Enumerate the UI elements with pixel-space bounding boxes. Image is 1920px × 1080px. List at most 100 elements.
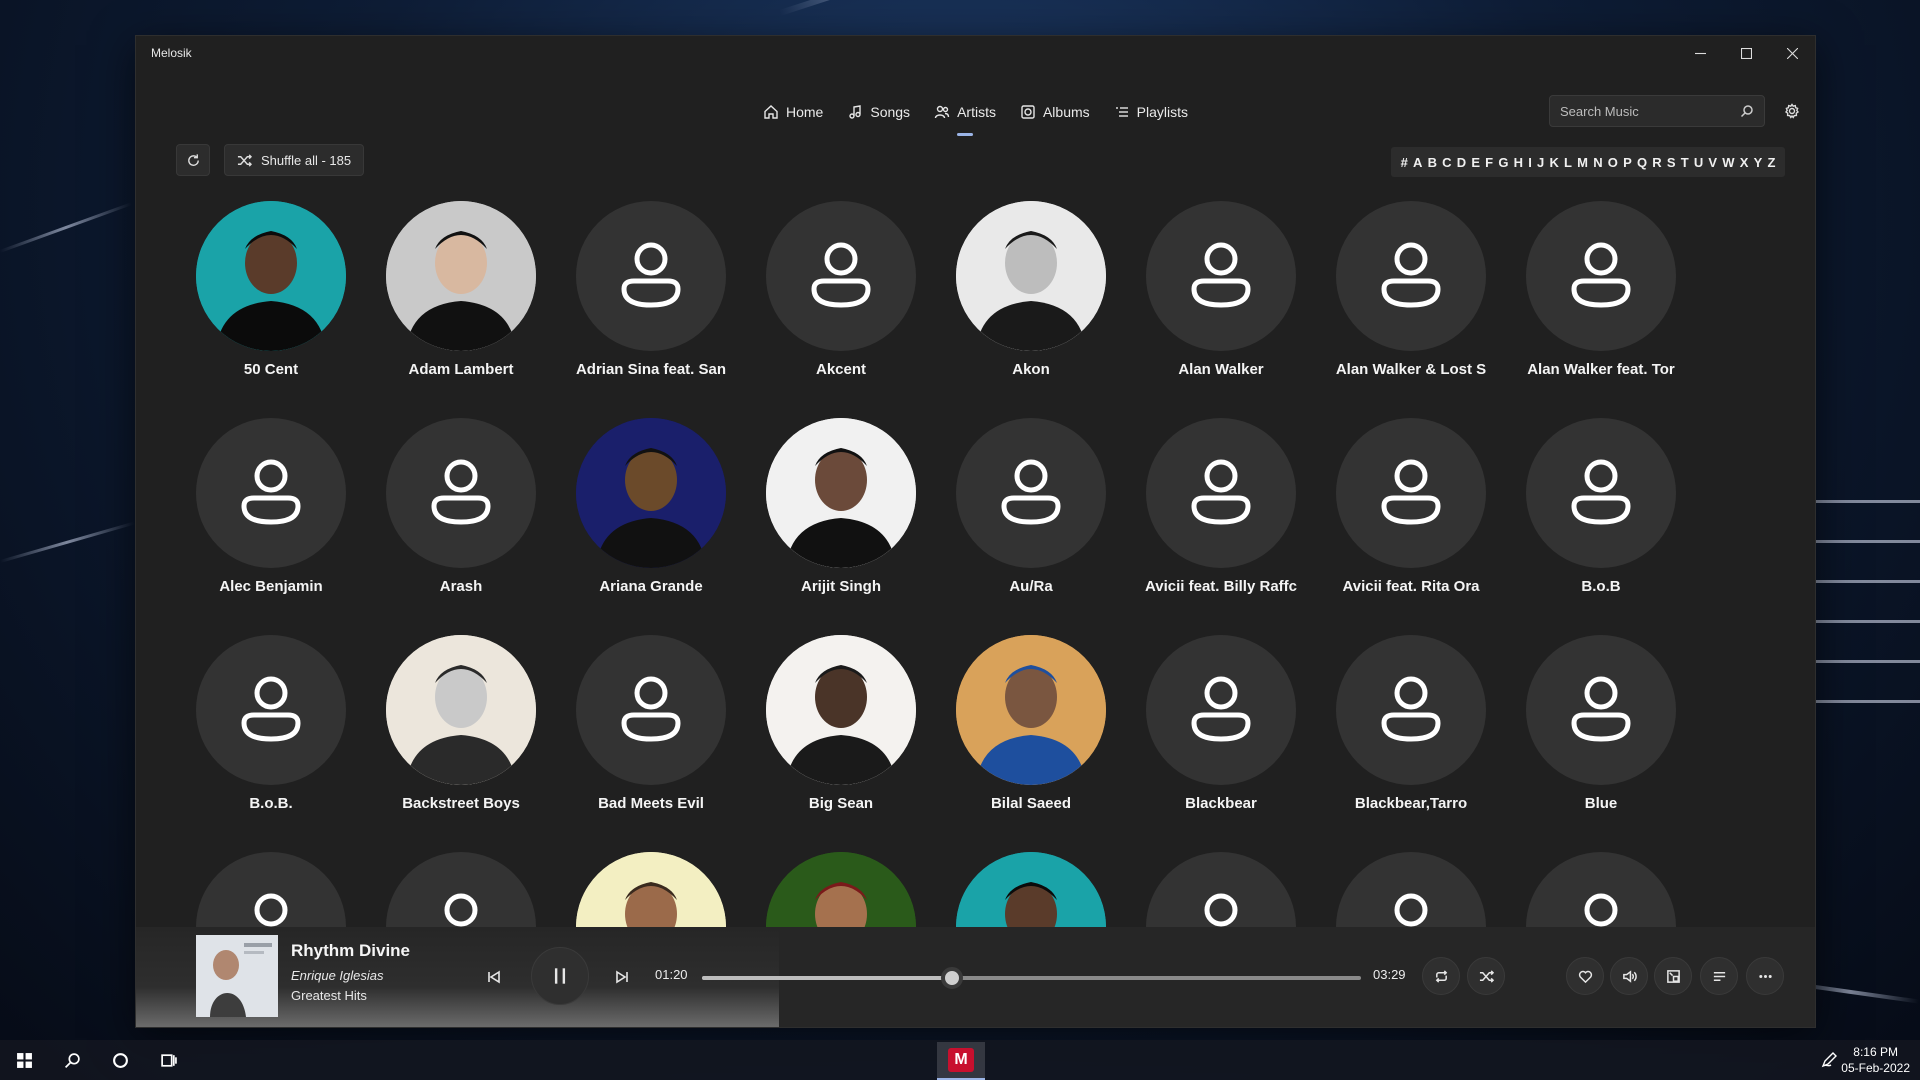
alphabet-letter[interactable]: R <box>1650 155 1665 170</box>
alphabet-letter[interactable]: P <box>1620 155 1634 170</box>
repeat-button[interactable] <box>1422 957 1460 995</box>
nav-artists[interactable]: Artists <box>934 98 996 126</box>
alphabet-letter[interactable]: # <box>1398 155 1410 170</box>
more-options-button[interactable] <box>1746 957 1784 995</box>
artist-card[interactable]: Blackbear,Tarro <box>1316 635 1506 812</box>
artist-card[interactable]: 50 Cent <box>176 201 366 378</box>
alphabet-letter[interactable]: F <box>1483 155 1496 170</box>
alphabet-letter[interactable]: Q <box>1634 155 1649 170</box>
alphabet-letter[interactable]: O <box>1605 155 1620 170</box>
artist-card[interactable]: Alan Walker & Lost S <box>1316 201 1506 378</box>
artist-card[interactable]: Avicii feat. Rita Ora <box>1316 418 1506 595</box>
artist-card[interactable]: Adrian Sina feat. San <box>556 201 746 378</box>
search-input[interactable] <box>1560 103 1740 119</box>
task-view-button[interactable] <box>144 1040 192 1080</box>
artist-card[interactable]: Akcent <box>746 201 936 378</box>
alphabet-letter[interactable]: W <box>1720 155 1737 170</box>
taskbar-clock[interactable]: 8:16 PM 05-Feb-2022 <box>1841 1044 1910 1076</box>
album-cover[interactable] <box>196 935 278 1017</box>
alphabet-letter[interactable]: U <box>1691 155 1706 170</box>
alphabet-letter[interactable]: I <box>1526 155 1535 170</box>
alphabet-letter[interactable]: S <box>1664 155 1678 170</box>
artist-card[interactable]: B.o.B. <box>176 635 366 812</box>
alphabet-letter[interactable]: J <box>1534 155 1546 170</box>
queue-button[interactable] <box>1700 957 1738 995</box>
refresh-icon <box>187 153 199 166</box>
nav-albums[interactable]: Albums <box>1020 98 1090 126</box>
alphabet-letter[interactable]: T <box>1678 155 1691 170</box>
taskbar-melosik-app[interactable]: M <box>937 1042 985 1080</box>
nav-songs[interactable]: Songs <box>847 98 910 126</box>
artist-card[interactable]: Blue <box>1506 635 1696 812</box>
artist-card[interactable]: Bad Meets Evil <box>556 635 746 812</box>
progress-thumb[interactable] <box>941 967 964 989</box>
artist-card[interactable]: Arijit Singh <box>746 418 936 595</box>
artist-name: Alan Walker & Lost S <box>1335 361 1487 378</box>
artist-card[interactable]: B.o.B <box>1506 418 1696 595</box>
previous-button[interactable] <box>481 964 507 990</box>
alphabet-letter[interactable]: Y <box>1751 155 1765 170</box>
artist-card[interactable]: Akon <box>936 201 1126 378</box>
alphabet-letter[interactable]: A <box>1410 155 1425 170</box>
nav-playlists[interactable]: Playlists <box>1114 98 1188 126</box>
alphabet-letter[interactable]: D <box>1454 155 1469 170</box>
pen-tray-icon[interactable] <box>1820 1051 1838 1069</box>
track-artist[interactable]: Enrique Iglesias <box>291 968 384 983</box>
start-button[interactable] <box>0 1040 48 1080</box>
maximize-button[interactable] <box>1723 36 1769 70</box>
search-box[interactable] <box>1549 95 1765 127</box>
person-placeholder-icon <box>811 242 871 308</box>
settings-button[interactable] <box>1781 100 1803 122</box>
artist-card[interactable]: Big Sean <box>746 635 936 812</box>
play-pause-button[interactable] <box>531 947 589 1005</box>
alphabet-letter[interactable]: Z <box>1765 155 1778 170</box>
mini-player-button[interactable] <box>1654 957 1692 995</box>
taskbar-search-button[interactable] <box>48 1040 96 1080</box>
artist-card[interactable]: Blackbear <box>1126 635 1316 812</box>
alphabet-letter[interactable]: E <box>1469 155 1483 170</box>
shuffle-button[interactable] <box>1467 957 1505 995</box>
alphabet-letter[interactable]: M <box>1575 155 1591 170</box>
cortana-button[interactable] <box>96 1040 144 1080</box>
title-bar[interactable]: Melosik <box>136 36 1815 70</box>
refresh-button[interactable] <box>176 144 210 176</box>
alphabet-letter[interactable]: B <box>1425 155 1440 170</box>
artist-card[interactable]: Arash <box>366 418 556 595</box>
artist-card[interactable]: Alan Walker <box>1126 201 1316 378</box>
artist-card[interactable]: Alan Walker feat. Tor <box>1506 201 1696 378</box>
alphabet-letter[interactable]: H <box>1511 155 1526 170</box>
alphabet-letter[interactable]: X <box>1737 155 1751 170</box>
artist-card[interactable]: Avicii feat. Billy Raffc <box>1126 418 1316 595</box>
next-button[interactable] <box>609 964 635 990</box>
track-album[interactable]: Greatest Hits <box>291 988 367 1003</box>
artist-card[interactable]: Bilal Saeed <box>936 635 1126 812</box>
clock-date: 05-Feb-2022 <box>1841 1061 1910 1075</box>
close-button[interactable] <box>1769 36 1815 70</box>
minimize-button[interactable] <box>1677 36 1723 70</box>
artist-card[interactable]: Alec Benjamin <box>176 418 366 595</box>
progress-slider[interactable] <box>702 967 1361 989</box>
favorite-button[interactable] <box>1566 957 1604 995</box>
nav-home[interactable]: Home <box>763 98 823 126</box>
search-icon[interactable] <box>1740 104 1754 118</box>
artist-card[interactable]: Backstreet Boys <box>366 635 556 812</box>
alphabet-letter[interactable]: G <box>1496 155 1511 170</box>
person-placeholder-icon <box>241 459 301 525</box>
wallpaper-streak <box>0 521 135 563</box>
gear-icon <box>1785 103 1799 119</box>
artist-card[interactable]: Au/Ra <box>936 418 1126 595</box>
volume-button[interactable] <box>1610 957 1648 995</box>
person-placeholder-icon <box>241 676 301 742</box>
alphabet-letter[interactable]: K <box>1547 155 1562 170</box>
artist-portrait-image <box>766 418 916 568</box>
alphabet-letter[interactable]: N <box>1591 155 1606 170</box>
artist-card[interactable]: Adam Lambert <box>366 201 556 378</box>
person-placeholder-icon <box>431 459 491 525</box>
shuffle-all-button[interactable]: Shuffle all - 185 <box>224 144 365 176</box>
alphabet-letter[interactable]: L <box>1561 155 1574 170</box>
artist-placeholder-avatar <box>576 201 726 351</box>
app-window: Melosik Home Songs Artists Albums Playli… <box>135 35 1816 1028</box>
alphabet-letter[interactable]: C <box>1440 155 1455 170</box>
artist-card[interactable]: Ariana Grande <box>556 418 746 595</box>
alphabet-letter[interactable]: V <box>1706 155 1720 170</box>
